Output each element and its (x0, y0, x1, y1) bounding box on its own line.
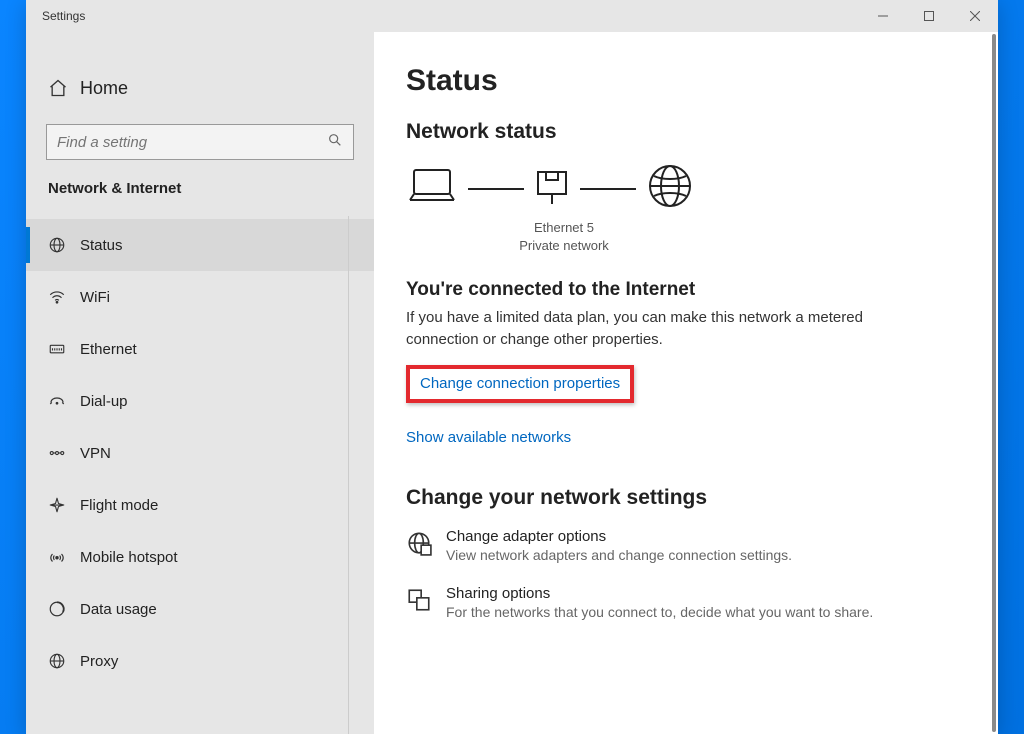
adapter-icon (406, 528, 446, 563)
ethernet-node-icon (534, 164, 570, 213)
settings-window: Settings Home (26, 0, 998, 734)
home-nav[interactable]: Home (26, 66, 374, 110)
search-box[interactable] (46, 124, 354, 160)
link-change-connection-properties[interactable]: Change connection properties (420, 375, 620, 392)
vpn-icon (48, 444, 80, 462)
proxy-icon (48, 652, 80, 670)
connection-type: Private network (404, 237, 724, 255)
page-title: Status (406, 64, 962, 98)
airplane-icon (48, 496, 80, 514)
search-icon (327, 132, 343, 153)
wifi-icon (48, 288, 80, 306)
setting-change-adapter-options[interactable]: Change adapter options View network adap… (406, 528, 962, 563)
section-network-status: Network status (406, 120, 962, 144)
hotspot-icon (48, 548, 80, 566)
home-label: Home (80, 78, 128, 99)
connected-heading: You're connected to the Internet (406, 279, 962, 301)
sidebar-item-mobile-hotspot[interactable]: Mobile hotspot (26, 531, 374, 583)
sidebar-item-label: Flight mode (80, 497, 158, 514)
link-show-available-networks[interactable]: Show available networks (406, 429, 571, 446)
setting-sharing-options[interactable]: Sharing options For the networks that yo… (406, 585, 962, 620)
maximize-button[interactable] (906, 0, 952, 32)
connected-description: If you have a limited data plan, you can… (406, 307, 866, 351)
sidebar-nav: Status WiFi Ethernet (26, 219, 374, 687)
sidebar-item-wifi[interactable]: WiFi (26, 271, 374, 323)
setting-title: Change adapter options (446, 528, 792, 545)
settings-list: Change adapter options View network adap… (406, 528, 962, 620)
window-title: Settings (26, 9, 85, 23)
category-heading: Network & Internet (26, 180, 374, 197)
sidebar-item-label: WiFi (80, 289, 110, 306)
home-icon (48, 78, 76, 98)
globe-icon (48, 236, 80, 254)
content-pane: Status Network status Ethernet 5 Private… (374, 32, 998, 734)
sidebar-item-status[interactable]: Status (26, 219, 374, 271)
sidebar-item-vpn[interactable]: VPN (26, 427, 374, 479)
sidebar-item-dialup[interactable]: Dial-up (26, 375, 374, 427)
sidebar-item-label: Ethernet (80, 341, 137, 358)
data-usage-icon (48, 600, 80, 618)
minimize-button[interactable] (860, 0, 906, 32)
section-change-settings: Change your network settings (406, 486, 962, 510)
internet-globe-icon (646, 162, 694, 215)
close-button[interactable] (952, 0, 998, 32)
sidebar-item-label: VPN (80, 445, 111, 462)
ethernet-icon (48, 340, 80, 358)
connector-line (468, 188, 524, 190)
titlebar: Settings (26, 0, 998, 32)
sidebar-item-flight-mode[interactable]: Flight mode (26, 479, 374, 531)
highlight-box: Change connection properties (406, 365, 634, 403)
diagram-caption: Ethernet 5 Private network (404, 219, 724, 255)
setting-subtitle: For the networks that you connect to, de… (446, 604, 873, 620)
sidebar: Home Network & Internet Status (26, 32, 374, 734)
sidebar-item-ethernet[interactable]: Ethernet (26, 323, 374, 375)
window-body: Home Network & Internet Status (26, 32, 998, 734)
sharing-icon (406, 585, 446, 620)
sidebar-item-label: Mobile hotspot (80, 549, 178, 566)
network-diagram (406, 162, 962, 215)
sidebar-item-data-usage[interactable]: Data usage (26, 583, 374, 635)
search-container (46, 124, 354, 160)
dialup-icon (48, 392, 80, 410)
window-controls (860, 0, 998, 32)
sidebar-item-label: Proxy (80, 653, 118, 670)
content-divider (348, 216, 349, 734)
sidebar-item-label: Data usage (80, 601, 157, 618)
sidebar-item-proxy[interactable]: Proxy (26, 635, 374, 687)
laptop-icon (406, 164, 458, 213)
sidebar-item-label: Dial-up (80, 393, 128, 410)
sidebar-item-label: Status (80, 237, 123, 254)
setting-subtitle: View network adapters and change connect… (446, 547, 792, 563)
setting-title: Sharing options (446, 585, 873, 602)
search-input[interactable] (57, 134, 327, 151)
connection-name: Ethernet 5 (404, 219, 724, 237)
connector-line (580, 188, 636, 190)
scrollbar[interactable] (992, 34, 996, 732)
